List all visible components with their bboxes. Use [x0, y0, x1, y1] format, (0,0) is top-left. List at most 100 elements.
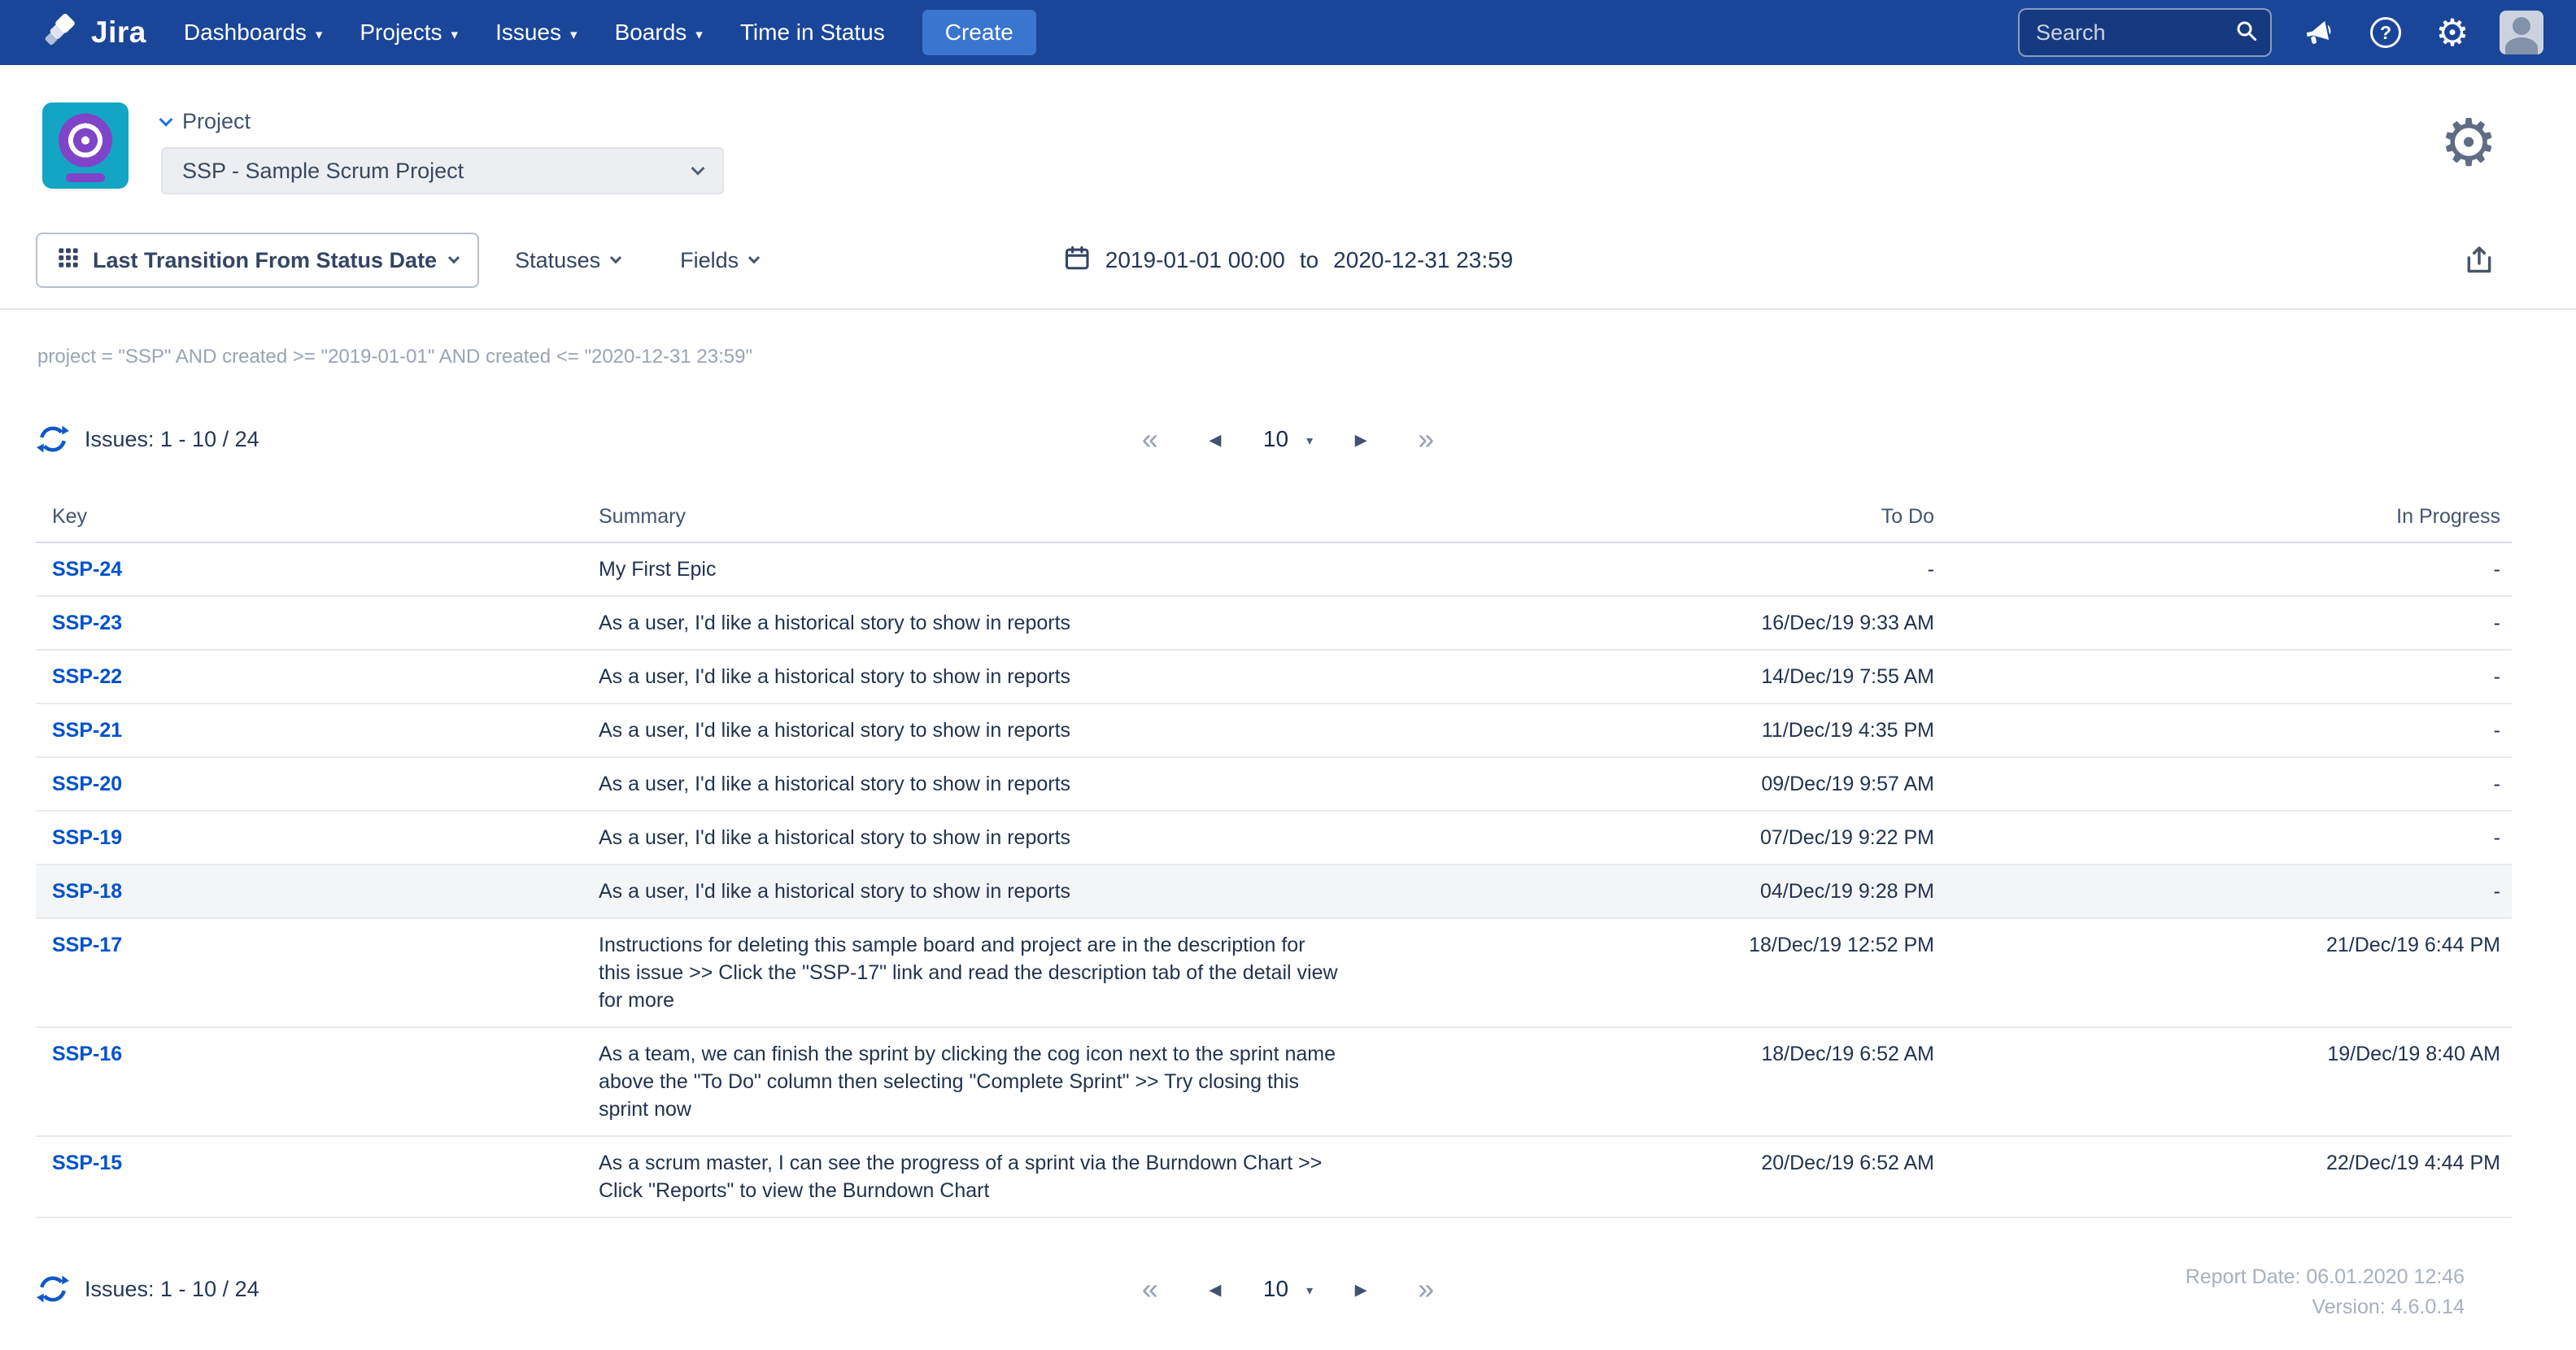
help-icon[interactable]: ? — [2366, 13, 2405, 52]
search-icon[interactable] — [2234, 19, 2259, 47]
nav-item-dashboards[interactable]: Dashboards ▾ — [184, 20, 323, 46]
export-icon[interactable] — [2464, 245, 2495, 276]
nav-item-boards[interactable]: Boards ▾ — [615, 20, 703, 46]
first-page-button[interactable]: « — [1128, 416, 1172, 462]
next-page-button[interactable]: ▸ — [1339, 1266, 1383, 1312]
todo-date: 16/Dec/19 9:33 AM — [1410, 596, 1934, 650]
project-select[interactable]: SSP - Sample Scrum Project — [161, 147, 724, 194]
issue-summary: My First Epic — [589, 542, 1410, 596]
inprogress-date: - — [1934, 596, 2512, 650]
issue-key-link[interactable]: SSP-21 — [52, 719, 122, 742]
issues-left: Issues: 1 - 10 / 24 — [36, 422, 259, 456]
main-menu: Dashboards ▾ Projects ▾ Issues ▾ Boards … — [184, 20, 885, 46]
search-input[interactable] — [2036, 20, 2234, 46]
last-page-button[interactable]: » — [1404, 416, 1448, 462]
table-row: SSP-20As a user, I'd like a historical s… — [36, 757, 2512, 811]
date-range-picker[interactable]: 2019-01-01 00:00 to 2020-12-31 23:59 — [1063, 244, 1514, 277]
table-row: SSP-16As a team, we can finish the sprin… — [36, 1027, 2512, 1136]
column-header-summary[interactable]: Summary — [589, 487, 1410, 542]
feedback-megaphone-icon[interactable] — [2299, 13, 2338, 52]
chevron-down-icon: ▾ — [1306, 433, 1313, 449]
statuses-dropdown[interactable]: Statuses — [515, 248, 620, 273]
todo-date: 11/Dec/19 4:35 PM — [1410, 703, 1934, 757]
toolbar-wrap: Last Transition From Status Date Statuse… — [0, 232, 2576, 310]
table-row: SSP-15 As a scrum master, I can see the p… — [36, 1136, 2512, 1217]
table-header-row: Key Summary To Do In Progress — [36, 487, 2512, 542]
todo-date: 14/Dec/19 7:55 AM — [1410, 650, 1934, 703]
issue-key-link[interactable]: SSP-19 — [52, 826, 122, 849]
pager: « ◂ 10 ▾ ▸ » — [1128, 416, 1448, 462]
project-label-row[interactable]: Project — [161, 109, 724, 134]
issues-left: Issues: 1 - 10 / 24 — [36, 1272, 259, 1306]
date-from[interactable]: 2019-01-01 00:00 — [1105, 247, 1285, 273]
issue-summary: As a scrum master, I can see the progres… — [589, 1136, 1410, 1217]
column-header-inprogress[interactable]: In Progress — [1934, 487, 2512, 542]
column-header-key[interactable]: Key — [36, 487, 589, 542]
nav-item-issues[interactable]: Issues ▾ — [495, 20, 577, 46]
issue-key-link[interactable]: SSP-18 — [52, 880, 122, 903]
project-label: Project — [182, 109, 251, 134]
page-size-dropdown[interactable]: 10 ▾ — [1263, 1276, 1313, 1302]
prev-page-button[interactable]: ◂ — [1193, 1266, 1237, 1312]
page-size-value: 10 — [1263, 426, 1288, 452]
issue-summary: Instructions for deleting this sample bo… — [589, 918, 1410, 1027]
todo-date: 07/Dec/19 9:22 PM — [1410, 811, 1934, 864]
issues-count-label: Issues: 1 - 10 / 24 — [85, 1277, 259, 1302]
issue-key-link[interactable]: SSP-15 — [52, 1152, 122, 1174]
inprogress-date: - — [1934, 703, 2512, 757]
table-row: SSP-24My First Epic-- — [36, 542, 2512, 596]
inprogress-date: - — [1934, 650, 2512, 703]
issue-summary: As a user, I'd like a historical story t… — [589, 864, 1410, 918]
search-box[interactable] — [2018, 8, 2272, 57]
fields-dropdown[interactable]: Fields — [680, 248, 758, 273]
inprogress-date: 22/Dec/19 4:44 PM — [1934, 1136, 2512, 1217]
grid-icon — [57, 246, 80, 275]
chevron-down-icon: ▾ — [570, 28, 578, 41]
last-page-button[interactable]: » — [1404, 1266, 1448, 1312]
date-to[interactable]: 2020-12-31 23:59 — [1333, 247, 1513, 273]
jira-logo[interactable]: Jira — [42, 12, 146, 54]
issue-key-link[interactable]: SSP-20 — [52, 773, 122, 795]
issue-key-link[interactable]: SSP-16 — [52, 1043, 122, 1065]
top-navigation-bar: Jira Dashboards ▾ Projects ▾ Issues ▾ Bo… — [0, 0, 2576, 65]
prev-page-button[interactable]: ◂ — [1193, 416, 1237, 462]
user-avatar[interactable] — [2500, 11, 2543, 54]
issue-key-link[interactable]: SSP-22 — [52, 665, 122, 688]
table-row: SSP-23 As a user, I'd like a historical s… — [36, 596, 2512, 650]
issue-key-link[interactable]: SSP-17 — [52, 934, 122, 956]
inprogress-date: - — [1934, 864, 2512, 918]
column-header-todo[interactable]: To Do — [1410, 487, 1934, 542]
inprogress-date: - — [1934, 757, 2512, 811]
nav-item-label: Dashboards — [184, 20, 307, 46]
report-date: Report Date: 06.01.2020 12:46 — [2186, 1262, 2465, 1292]
nav-item-label: Time in Status — [740, 20, 885, 46]
gear-icon[interactable]: ⚙ — [2433, 13, 2472, 52]
jql-query-text: project = "SSP" AND created >= "2019-01-… — [37, 346, 2576, 368]
todo-date: 18/Dec/19 12:52 PM — [1410, 918, 1934, 1027]
issue-key-link[interactable]: SSP-24 — [52, 558, 122, 581]
chevron-down-icon — [159, 112, 173, 126]
report-settings-gear-icon[interactable]: ⚙ — [2439, 111, 2498, 176]
next-page-button[interactable]: ▸ — [1339, 416, 1383, 462]
chevron-down-icon: ▾ — [316, 28, 323, 41]
todo-date: 18/Dec/19 6:52 AM — [1410, 1027, 1934, 1136]
issue-summary: As a user, I'd like a historical story t… — [589, 596, 1410, 650]
create-button[interactable]: Create — [922, 10, 1036, 55]
nav-item-projects[interactable]: Projects ▾ — [360, 20, 458, 46]
pager: « ◂ 10 ▾ ▸ » — [1128, 1266, 1448, 1312]
chevron-down-icon — [748, 252, 760, 263]
refresh-icon[interactable] — [36, 1272, 70, 1306]
table-row: SSP-17 Instructions for deleting this sam… — [36, 918, 2512, 1027]
issues-table-body: SSP-24My First Epic--SSP-23As a user, I'… — [36, 542, 2512, 1217]
report-type-label: Last Transition From Status Date — [93, 248, 437, 273]
page-size-dropdown[interactable]: 10 ▾ — [1263, 426, 1313, 452]
first-page-button[interactable]: « — [1128, 1266, 1172, 1312]
nav-item-time-in-status[interactable]: Time in Status — [740, 20, 885, 46]
jira-logo-icon — [42, 12, 80, 54]
issue-summary: As a user, I'd like a historical story t… — [589, 811, 1410, 864]
inprogress-date: 19/Dec/19 8:40 AM — [1934, 1027, 2512, 1136]
refresh-icon[interactable] — [36, 422, 70, 456]
issue-key-link[interactable]: SSP-23 — [52, 612, 122, 634]
report-type-dropdown[interactable]: Last Transition From Status Date — [36, 233, 479, 288]
table-row: SSP-22As a user, I'd like a historical s… — [36, 650, 2512, 703]
